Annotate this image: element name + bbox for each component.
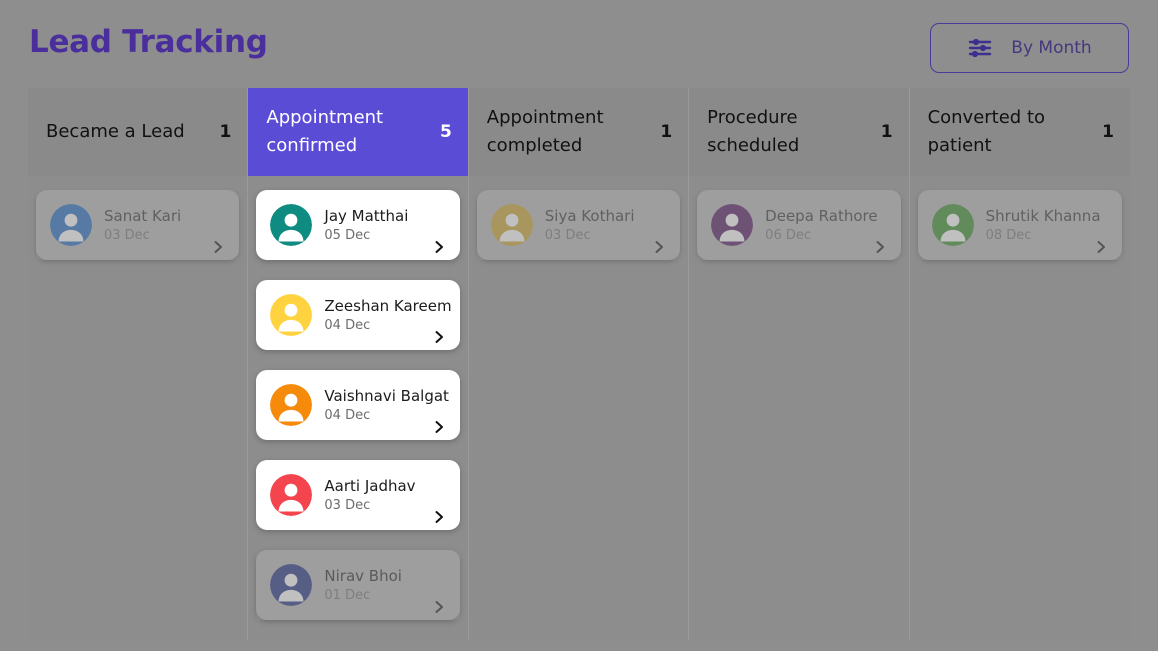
lead-card-text: Shrutik Khanna 08 Dec (986, 207, 1101, 243)
lead-card[interactable]: Sanat Kari 03 Dec (36, 190, 240, 260)
chevron-right-icon[interactable] (432, 329, 446, 343)
lead-card-text: Vaishnavi Balgat 04 Dec (324, 387, 449, 423)
lead-date: 04 Dec (324, 407, 371, 423)
person-icon (931, 204, 974, 246)
person-icon (270, 294, 313, 336)
column-title: Appointment confirmed (266, 107, 384, 156)
column-header-became-a-lead[interactable]: Became a Lead 1 (28, 88, 248, 176)
lead-card-text: Sanat Kari 03 Dec (104, 207, 181, 243)
lead-card[interactable]: Vaishnavi Balgat 04 Dec (256, 370, 460, 440)
lead-card-text: Deepa Rathore 06 Dec (765, 207, 877, 243)
lead-card[interactable]: Aarti Jadhav 03 Dec (256, 460, 460, 530)
lead-card[interactable]: Deepa Rathore 06 Dec (697, 190, 901, 260)
chevron-right-icon[interactable] (432, 239, 446, 253)
chevron-right-icon[interactable] (652, 239, 666, 253)
board-column-appointment-completed[interactable]: Appointment completed 1 Siya Kothari 03 Dec (468, 88, 690, 640)
lead-date: 01 Dec (324, 587, 371, 603)
lead-card[interactable]: Jay Matthai 05 Dec (256, 190, 460, 260)
lead-date: 05 Dec (324, 227, 371, 243)
lead-name: Nirav Bhoi (324, 566, 402, 585)
column-title: Became a Lead (46, 121, 185, 143)
chevron-right-icon[interactable] (873, 239, 887, 253)
column-header-appointment-completed[interactable]: Appointment completed 1 (468, 88, 689, 176)
lead-card[interactable]: Zeeshan Kareem 04 Dec (256, 280, 460, 350)
lead-card[interactable]: Siya Kothari 03 Dec (476, 190, 681, 260)
column-header-converted-to-patient[interactable]: Converted to patient 1 (909, 88, 1130, 176)
lead-name: Zeeshan Kareem (324, 296, 452, 315)
person-icon (270, 204, 313, 246)
lead-tracking-board: Became a Lead 1 Sanat Kari 03 Dec Appointmen… (28, 88, 1130, 640)
chevron-right-icon[interactable] (432, 599, 446, 613)
chevron-right-icon[interactable] (211, 239, 225, 253)
lead-date: 03 Dec (104, 227, 150, 243)
lead-name: Vaishnavi Balgat (324, 386, 449, 405)
column-count-badge: 1 (1102, 122, 1114, 142)
column-count-badge: 5 (439, 122, 452, 142)
person-icon (50, 204, 92, 246)
sliders-icon (967, 37, 993, 59)
lead-card[interactable]: Nirav Bhoi 01 Dec (256, 550, 460, 620)
lead-name: Shrutik Khanna (985, 206, 1101, 225)
person-icon (270, 474, 313, 516)
chevron-right-icon[interactable] (1094, 239, 1108, 253)
board-column-procedure-scheduled[interactable]: Procedure scheduled 1 Deepa Rathore 06 Dec (689, 88, 910, 640)
lead-date: 03 Dec (544, 227, 591, 243)
lead-name: Siya Kothari (544, 206, 635, 225)
column-header-procedure-scheduled[interactable]: Procedure scheduled 1 (689, 88, 909, 176)
column-body-converted-to-patient: Shrutik Khanna 08 Dec (909, 176, 1130, 640)
column-title: Appointment completed (486, 107, 604, 156)
chevron-right-icon[interactable] (432, 509, 446, 523)
board-column-appointment-confirmed[interactable]: Appointment confirmed 5 Jay Matthai 05 Dec Z… (248, 88, 469, 640)
lead-card-text: Zeeshan Kareem 04 Dec (324, 297, 451, 333)
column-count-badge: 1 (660, 122, 673, 142)
board-column-became-a-lead[interactable]: Became a Lead 1 Sanat Kari 03 Dec (28, 88, 249, 640)
lead-card-text: Jay Matthai 05 Dec (324, 207, 408, 243)
person-icon (711, 204, 754, 246)
lead-name: Jay Matthai (324, 206, 409, 225)
lead-card-text: Nirav Bhoi 01 Dec (324, 567, 402, 603)
column-body-appointment-completed: Siya Kothari 03 Dec (468, 176, 689, 640)
lead-name: Deepa Rathore (765, 206, 878, 225)
column-count-badge: 1 (880, 122, 893, 142)
lead-date: 03 Dec (324, 497, 371, 513)
column-count-badge: 1 (219, 122, 232, 142)
column-body-procedure-scheduled: Deepa Rathore 06 Dec (689, 176, 909, 640)
page-header: Lead Tracking By Month (0, 0, 1158, 88)
lead-date: 06 Dec (765, 227, 812, 243)
column-header-appointment-confirmed[interactable]: Appointment confirmed 5 (248, 88, 468, 176)
by-month-filter-button[interactable]: By Month (930, 23, 1129, 73)
board-column-converted-to-patient[interactable]: Converted to patient 1 Shrutik Khanna 08 De… (909, 88, 1130, 640)
by-month-filter-label: By Month (1011, 38, 1092, 58)
page-title: Lead Tracking (29, 24, 268, 60)
lead-name: Sanat Kari (104, 206, 182, 225)
column-title: Converted to patient (927, 107, 1046, 156)
lead-card-text: Siya Kothari 03 Dec (545, 207, 635, 243)
person-icon (490, 204, 533, 246)
person-icon (270, 564, 313, 606)
chevron-right-icon[interactable] (432, 419, 446, 433)
column-title: Procedure scheduled (707, 107, 800, 156)
person-icon (270, 384, 313, 426)
lead-name: Aarti Jadhav (324, 476, 416, 495)
lead-date: 08 Dec (985, 227, 1032, 243)
column-body-became-a-lead: Sanat Kari 03 Dec (28, 176, 248, 640)
column-body-appointment-confirmed: Jay Matthai 05 Dec Zeeshan Kareem 04 Dec Vai… (248, 176, 468, 640)
lead-card-text: Aarti Jadhav 03 Dec (324, 477, 415, 513)
lead-card[interactable]: Shrutik Khanna 08 Dec (917, 190, 1122, 260)
